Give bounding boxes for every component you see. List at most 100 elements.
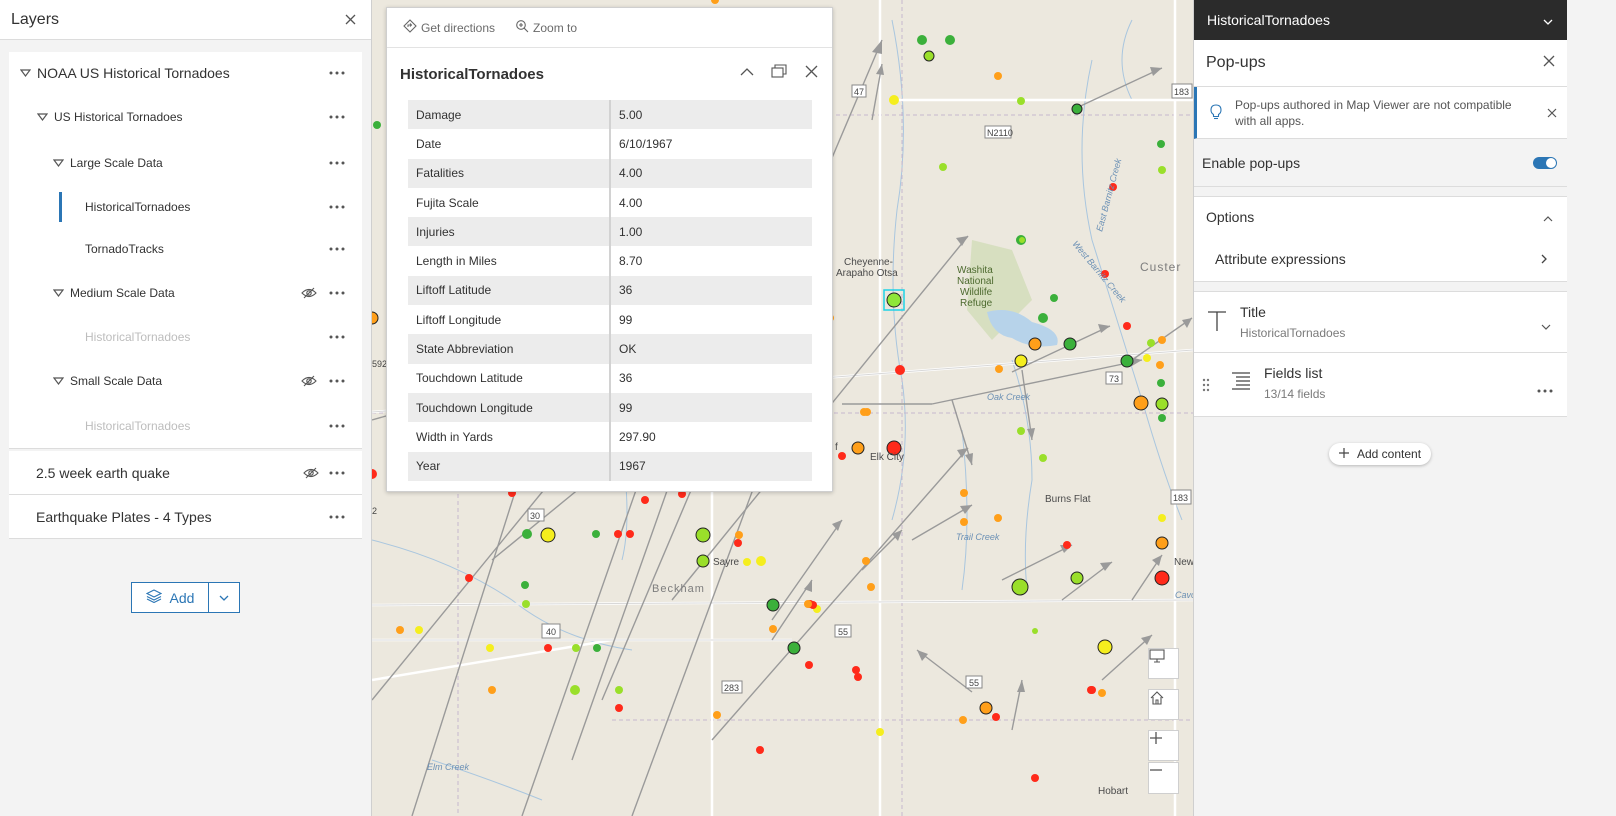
tornado-point[interactable] bbox=[769, 625, 777, 633]
tornado-point[interactable] bbox=[1157, 379, 1165, 387]
layer-selector[interactable]: HistoricalTornadoes bbox=[1194, 0, 1567, 40]
tornado-point[interactable] bbox=[522, 600, 530, 608]
tornado-point[interactable] bbox=[373, 121, 381, 129]
tornado-point[interactable] bbox=[1154, 570, 1170, 586]
more-icon[interactable] bbox=[326, 466, 348, 480]
close-icon[interactable] bbox=[341, 11, 359, 29]
tornado-point[interactable] bbox=[854, 673, 862, 681]
tornado-point[interactable] bbox=[1158, 336, 1166, 344]
tornado-point[interactable] bbox=[756, 746, 764, 754]
more-icon[interactable] bbox=[326, 286, 348, 300]
tornado-point[interactable] bbox=[939, 163, 947, 171]
layer-item-historical-tornadoes-medium[interactable]: HistoricalTornadoes bbox=[9, 316, 362, 358]
caret-down-icon[interactable] bbox=[36, 111, 48, 123]
tornado-point[interactable] bbox=[1143, 354, 1151, 362]
more-icon[interactable] bbox=[326, 374, 348, 388]
home-button[interactable] bbox=[1148, 689, 1179, 720]
chevron-up-icon[interactable] bbox=[738, 62, 756, 80]
tornado-point[interactable] bbox=[572, 644, 580, 652]
tornado-point[interactable] bbox=[614, 530, 622, 538]
caret-down-icon[interactable] bbox=[52, 157, 64, 169]
tornado-point[interactable] bbox=[1158, 414, 1166, 422]
tornado-point[interactable] bbox=[1071, 103, 1083, 115]
tornado-point[interactable] bbox=[1017, 427, 1025, 435]
tornado-point[interactable] bbox=[1063, 337, 1077, 351]
fields-list-element[interactable]: Fields list 13/14 fields bbox=[1194, 353, 1567, 417]
tornado-point[interactable] bbox=[592, 530, 600, 538]
layer-item-us-historical[interactable]: US Historical Tornadoes bbox=[9, 94, 362, 140]
tornado-point[interactable] bbox=[488, 686, 496, 694]
more-icon[interactable] bbox=[326, 110, 348, 124]
chevron-up-icon[interactable] bbox=[1543, 209, 1553, 225]
tornado-point[interactable] bbox=[960, 518, 968, 526]
zoom-in-button[interactable] bbox=[1148, 730, 1179, 761]
tornado-point[interactable] bbox=[522, 529, 532, 539]
tornado-point[interactable] bbox=[804, 600, 812, 608]
tornado-point[interactable] bbox=[1147, 339, 1155, 347]
dock-icon[interactable] bbox=[770, 62, 788, 80]
more-icon[interactable] bbox=[326, 242, 348, 256]
more-icon[interactable] bbox=[326, 510, 348, 524]
tornado-point[interactable] bbox=[851, 441, 865, 455]
tornado-point[interactable] bbox=[852, 666, 860, 674]
tornado-point[interactable] bbox=[1063, 541, 1071, 549]
tornado-point[interactable] bbox=[615, 704, 623, 712]
tornado-point[interactable] bbox=[465, 574, 473, 582]
zoom-out-button[interactable] bbox=[1148, 762, 1179, 794]
tornado-point[interactable] bbox=[960, 489, 968, 497]
eye-icon[interactable] bbox=[300, 286, 318, 300]
tornado-point[interactable] bbox=[1011, 578, 1029, 596]
tornado-point[interactable] bbox=[743, 558, 751, 566]
tornado-point[interactable] bbox=[1156, 361, 1164, 369]
close-icon[interactable] bbox=[1543, 54, 1555, 72]
get-directions-button[interactable]: Get directions bbox=[403, 19, 495, 36]
tornado-point[interactable] bbox=[1098, 689, 1106, 697]
tornado-point[interactable] bbox=[862, 557, 870, 565]
tornado-point[interactable] bbox=[486, 644, 494, 652]
attribute-expressions-row[interactable]: Attribute expressions bbox=[1194, 237, 1567, 281]
tornado-point[interactable] bbox=[615, 686, 623, 694]
tornado-point[interactable] bbox=[521, 581, 529, 589]
caret-down-icon[interactable] bbox=[19, 67, 31, 79]
tornado-point[interactable] bbox=[1039, 454, 1047, 462]
add-layer-button[interactable]: Add bbox=[131, 582, 240, 613]
tornado-point[interactable] bbox=[860, 408, 868, 416]
tornado-point[interactable] bbox=[1031, 774, 1039, 782]
more-icon[interactable] bbox=[326, 156, 348, 170]
tornado-point[interactable] bbox=[756, 556, 766, 566]
tornado-point[interactable] bbox=[1088, 686, 1096, 694]
more-icon[interactable] bbox=[1537, 381, 1553, 396]
close-icon[interactable] bbox=[802, 62, 820, 80]
eye-icon[interactable] bbox=[300, 374, 318, 388]
tornado-point[interactable] bbox=[945, 35, 955, 45]
more-icon[interactable] bbox=[326, 330, 348, 344]
tornado-point[interactable] bbox=[959, 716, 967, 724]
tornado-point[interactable] bbox=[735, 531, 743, 539]
tornado-point[interactable] bbox=[696, 554, 710, 568]
layer-item-earthquake-plates[interactable]: Earthquake Plates - 4 Types bbox=[9, 495, 362, 539]
tornado-point[interactable] bbox=[766, 598, 780, 612]
tornado-point[interactable] bbox=[1155, 397, 1169, 411]
tornado-point[interactable] bbox=[992, 713, 1000, 721]
tornado-point[interactable] bbox=[641, 496, 649, 504]
tornado-point[interactable] bbox=[695, 527, 711, 543]
layer-item-medium-scale[interactable]: Medium Scale Data bbox=[9, 270, 362, 316]
close-icon[interactable] bbox=[1547, 106, 1557, 122]
tornado-point[interactable] bbox=[1133, 395, 1149, 411]
tornado-point[interactable] bbox=[734, 539, 742, 547]
layer-item-tornado-tracks[interactable]: TornadoTracks bbox=[9, 228, 362, 270]
tornado-point[interactable] bbox=[995, 365, 1003, 373]
chevron-down-icon[interactable] bbox=[1543, 12, 1553, 28]
tornado-point[interactable] bbox=[889, 95, 899, 105]
layer-item-large-scale[interactable]: Large Scale Data bbox=[9, 140, 362, 186]
caret-down-icon[interactable] bbox=[52, 375, 64, 387]
zoom-to-button[interactable]: Zoom to bbox=[515, 19, 577, 36]
tornado-point[interactable] bbox=[415, 626, 423, 634]
tornado-point[interactable] bbox=[979, 701, 993, 715]
layer-item-historical-tornadoes-large[interactable]: HistoricalTornadoes bbox=[9, 186, 362, 228]
tornado-point[interactable] bbox=[1120, 354, 1134, 368]
tornado-point[interactable] bbox=[1014, 354, 1028, 368]
add-button-main[interactable]: Add bbox=[132, 583, 209, 612]
more-icon[interactable] bbox=[326, 419, 348, 433]
layer-item-noaa[interactable]: NOAA US Historical Tornadoes bbox=[9, 52, 362, 94]
